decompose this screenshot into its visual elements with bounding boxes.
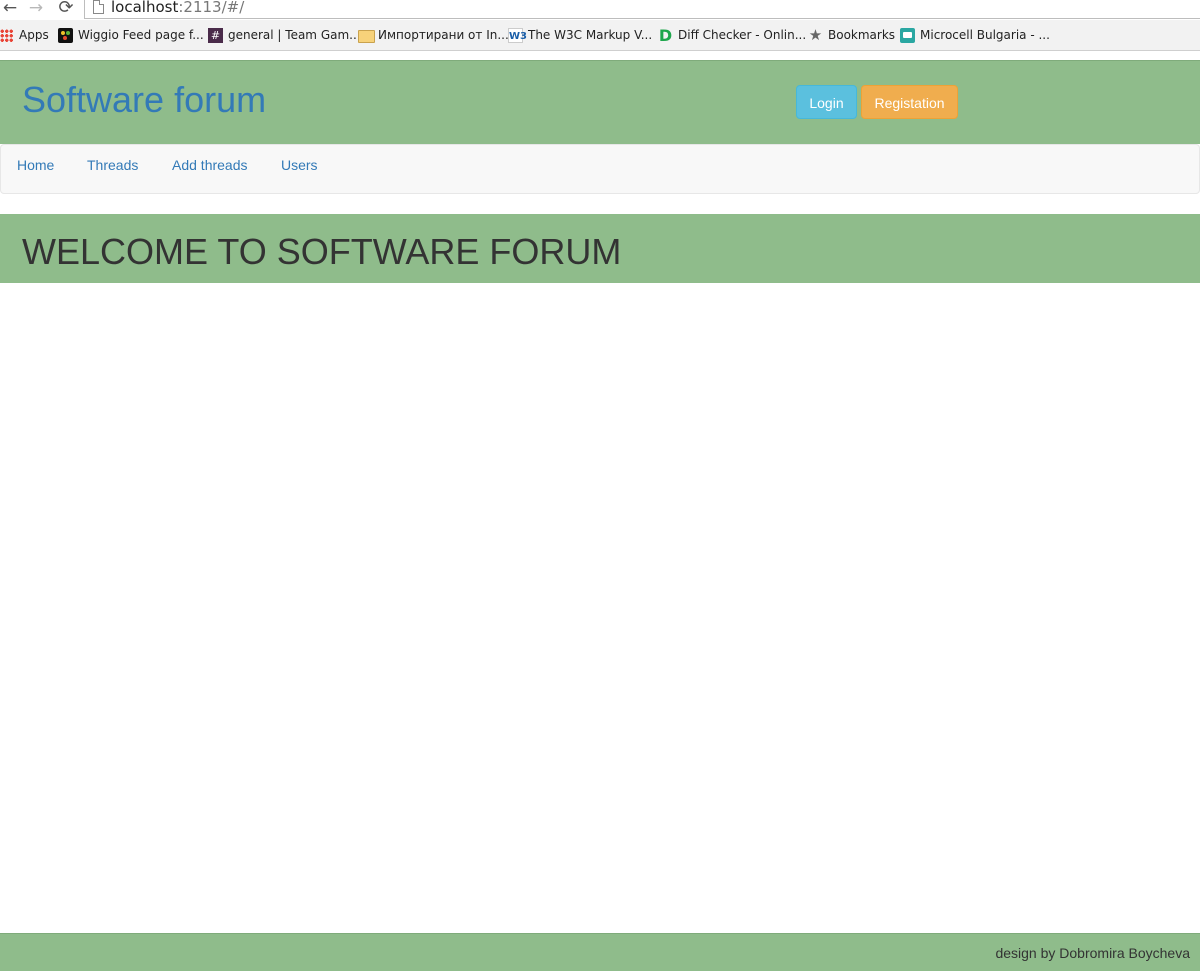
registration-button[interactable]: Registation bbox=[861, 85, 958, 119]
nav-threads[interactable]: Threads bbox=[87, 145, 138, 193]
login-button[interactable]: Login bbox=[796, 85, 857, 119]
site-title: Software forum bbox=[22, 79, 267, 120]
forward-arrow-icon[interactable]: → bbox=[26, 0, 46, 18]
welcome-banner: WELCOME TO SOFTWARE FORUM bbox=[0, 214, 1200, 283]
folder-icon bbox=[358, 30, 375, 43]
diff-checker-icon: D bbox=[658, 26, 673, 45]
footer: design by Dobromira Boycheva bbox=[0, 933, 1200, 971]
nav-add-threads[interactable]: Add threads bbox=[172, 145, 248, 193]
microcell-icon bbox=[900, 28, 915, 43]
slack-hash-icon: # bbox=[208, 28, 223, 43]
nav-home[interactable]: Home bbox=[17, 145, 54, 193]
back-arrow-icon[interactable]: ← bbox=[0, 0, 20, 18]
apps-grid-icon bbox=[0, 29, 13, 42]
nav-users[interactable]: Users bbox=[281, 145, 318, 193]
reload-icon[interactable]: ⟳ bbox=[56, 0, 76, 18]
welcome-heading: WELCOME TO SOFTWARE FORUM bbox=[22, 231, 622, 272]
w3c-icon: W3 bbox=[508, 28, 527, 43]
bookmarks-bar: Apps Wiggio Feed page f... # general | T… bbox=[0, 20, 1200, 51]
address-bar[interactable]: localhost:2113/#/ bbox=[84, 0, 1200, 19]
main-navbar: Home Threads Add threads Users bbox=[0, 144, 1200, 194]
browser-toolbar: ← → ⟳ localhost:2113/#/ bbox=[0, 0, 1200, 20]
footer-credit: design by Dobromira Boycheva bbox=[995, 945, 1190, 961]
wiggio-icon bbox=[58, 28, 73, 43]
star-icon: ★ bbox=[808, 26, 823, 44]
url-text[interactable]: localhost:2113/#/ bbox=[111, 0, 244, 16]
site-header: Software forum Login Registation bbox=[0, 60, 1200, 144]
page-icon bbox=[93, 0, 104, 14]
